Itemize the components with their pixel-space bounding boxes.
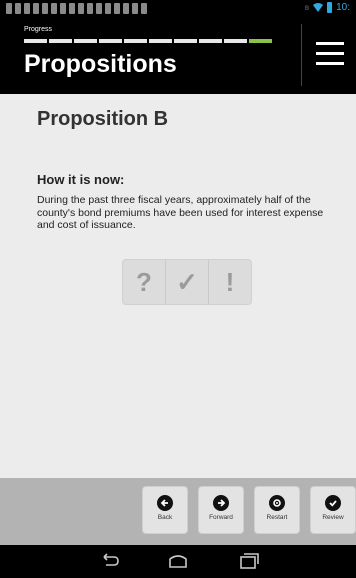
review-button[interactable]: Review xyxy=(310,486,356,534)
progress-bar xyxy=(24,39,272,43)
hamburger-menu-icon[interactable] xyxy=(316,42,346,66)
download-icon xyxy=(24,3,30,14)
clock-text: 10: xyxy=(336,2,350,13)
answer-button-group: ? ✓ ! xyxy=(122,259,252,305)
progress-segment xyxy=(199,39,222,43)
check-icon xyxy=(325,495,341,511)
arrow-left-icon xyxy=(157,495,173,511)
progress-label: Progress xyxy=(24,26,53,33)
download-icon xyxy=(51,3,57,14)
wifi-icon xyxy=(313,3,324,12)
battery-icon xyxy=(327,2,333,13)
download-icon xyxy=(60,3,66,14)
progress-segment xyxy=(249,39,272,43)
back-icon[interactable] xyxy=(98,552,120,575)
download-icon xyxy=(69,3,75,14)
download-icon xyxy=(78,3,84,14)
download-icon xyxy=(6,3,12,14)
progress-segment xyxy=(224,39,247,43)
calendar-icon xyxy=(114,3,120,14)
main-content: Proposition B How it is now: During the … xyxy=(0,94,356,478)
download-icon xyxy=(42,3,48,14)
review-label: Review xyxy=(322,514,344,521)
exclamation-button[interactable]: ! xyxy=(208,260,251,304)
download-icon xyxy=(123,3,129,14)
recent-apps-icon[interactable] xyxy=(238,552,260,575)
progress-segment xyxy=(49,39,72,43)
progress-segment xyxy=(74,39,97,43)
restart-button[interactable]: Restart xyxy=(254,486,300,534)
system-nav-bar xyxy=(0,545,356,578)
restart-icon xyxy=(269,495,285,511)
footer-toolbar: Back Forward Restart Review xyxy=(0,478,356,545)
back-button[interactable]: Back xyxy=(142,486,188,534)
progress-segment xyxy=(99,39,122,43)
page-title: Propositions xyxy=(24,50,177,78)
section-body: During the past three fiscal years, appr… xyxy=(37,194,324,231)
system-indicators: ʙ 10: xyxy=(305,2,350,13)
checkmark-button[interactable]: ✓ xyxy=(165,260,208,304)
restart-label: Restart xyxy=(266,514,288,521)
header-divider xyxy=(301,24,302,86)
forward-button[interactable]: Forward xyxy=(198,486,244,534)
status-bar: ʙ 10: xyxy=(0,0,356,18)
progress-segment xyxy=(149,39,172,43)
app-header: Progress Propositions xyxy=(0,18,356,94)
question-mark-button[interactable]: ? xyxy=(123,260,165,304)
back-label: Back xyxy=(157,514,173,521)
download-icon xyxy=(141,3,147,14)
download-icon xyxy=(132,3,138,14)
image-icon xyxy=(15,3,21,14)
notification-icons xyxy=(6,3,147,14)
proposition-title: Proposition B xyxy=(37,108,169,130)
home-icon[interactable] xyxy=(167,552,189,575)
progress-segment xyxy=(124,39,147,43)
download-icon xyxy=(96,3,102,14)
download-icon xyxy=(87,3,93,14)
progress-segment xyxy=(174,39,197,43)
section-heading: How it is now: xyxy=(37,172,125,187)
download-icon xyxy=(33,3,39,14)
bluetooth-icon: ʙ xyxy=(304,3,310,12)
progress-segment xyxy=(24,39,47,43)
arrow-right-icon xyxy=(213,495,229,511)
download-icon xyxy=(105,3,111,14)
forward-label: Forward xyxy=(209,514,233,521)
